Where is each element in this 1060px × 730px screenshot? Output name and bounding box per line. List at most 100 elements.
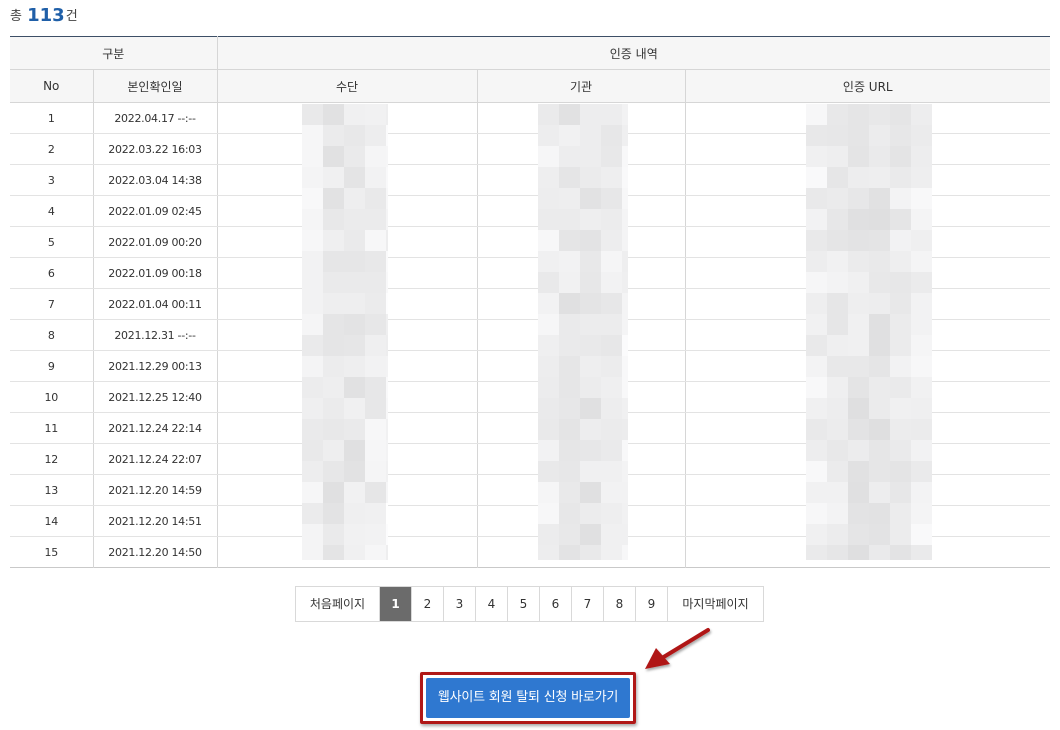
table-row: 12 2021.12.24 22:07 [10,443,1051,475]
last-page-button[interactable]: 마지막페이지 [667,587,763,621]
column-header-agency: 기관 [476,69,685,103]
cell-no: 1 [10,102,93,134]
table-row: 6 2022.01.09 00:18 [10,257,1051,289]
cell-date: 2022.03.04 14:38 [92,164,217,196]
cell-method [216,288,477,320]
cell-date: 2021.12.24 22:14 [92,412,217,444]
table-row: 2 2022.03.22 16:03 [10,133,1051,165]
table-row: 7 2022.01.04 00:11 [10,288,1051,320]
auth-history-table: 구분 인증 내역 No 본인확인일 수단 기관 인증 URL 1 2022.04.… [10,36,1051,568]
column-header-method: 수단 [216,69,477,103]
page-6-button[interactable]: 6 [539,587,571,621]
cell-method [216,474,477,506]
table-row: 15 2021.12.20 14:50 [10,536,1051,568]
cell-date: 2022.01.04 00:11 [92,288,217,320]
cell-agency [476,164,685,196]
cell-agency [476,102,685,134]
page-9-button[interactable]: 9 [635,587,667,621]
cell-url [684,164,1051,196]
page-3-button[interactable]: 3 [443,587,475,621]
cell-method [216,257,477,289]
cell-agency [476,443,685,475]
cell-method [216,133,477,165]
page-1-button[interactable]: 1 [379,587,411,621]
table-row: 9 2021.12.29 00:13 [10,350,1051,382]
cell-url [684,536,1051,568]
cell-url [684,288,1051,320]
cell-method [216,505,477,537]
table-row: 13 2021.12.20 14:59 [10,474,1051,506]
cell-agency [476,319,685,351]
cell-date: 2021.12.29 00:13 [92,350,217,382]
cell-no: 6 [10,257,93,289]
cell-no: 3 [10,164,93,196]
cell-url [684,133,1051,165]
cell-url [684,257,1051,289]
cell-no: 14 [10,505,93,537]
cell-agency [476,381,685,413]
total-count-value: 113 [27,5,65,26]
cell-agency [476,505,685,537]
cell-no: 13 [10,474,93,506]
table-row: 8 2021.12.31 --:-- [10,319,1051,351]
cell-date: 2021.12.20 14:51 [92,505,217,537]
group-header-category: 구분 [10,36,217,70]
cell-url [684,319,1051,351]
cell-url [684,102,1051,134]
page-4-button[interactable]: 4 [475,587,507,621]
cell-url [684,195,1051,227]
cell-agency [476,474,685,506]
cell-method [216,226,477,258]
table-row: 1 2022.04.17 --:-- [10,102,1051,134]
page-5-button[interactable]: 5 [507,587,539,621]
cell-url [684,443,1051,475]
page-2-button[interactable]: 2 [411,587,443,621]
cell-method [216,350,477,382]
cell-date: 2022.01.09 00:18 [92,257,217,289]
cell-date: 2021.12.31 --:-- [92,319,217,351]
total-count: 총 113건 [10,4,78,28]
page-8-button[interactable]: 8 [603,587,635,621]
first-page-button[interactable]: 처음페이지 [296,587,379,621]
cell-date: 2021.12.20 14:50 [92,536,217,568]
cell-method [216,164,477,196]
column-header-no: No [10,69,93,103]
cell-no: 2 [10,133,93,165]
cell-method [216,536,477,568]
cell-url [684,350,1051,382]
table-row: 3 2022.03.04 14:38 [10,164,1051,196]
group-header-auth-history: 인증 내역 [216,36,1051,70]
withdraw-membership-button[interactable]: 웹사이트 회원 탈퇴 신청 바로가기 [426,678,630,718]
cell-url [684,381,1051,413]
cell-agency [476,412,685,444]
page-7-button[interactable]: 7 [571,587,603,621]
cell-agency [476,536,685,568]
cell-no: 4 [10,195,93,227]
cell-agency [476,257,685,289]
column-header-url: 인증 URL [684,69,1051,103]
cell-url [684,474,1051,506]
cell-agency [476,350,685,382]
cell-url [684,412,1051,444]
cell-method [216,381,477,413]
cell-date: 2022.01.09 00:20 [92,226,217,258]
cell-no: 10 [10,381,93,413]
cell-method [216,102,477,134]
cell-agency [476,226,685,258]
column-header-date: 본인확인일 [92,69,217,103]
cell-method [216,412,477,444]
pagination: 처음페이지 1 2 3 4 5 6 7 8 9 마지막페이지 [295,586,764,622]
cell-no: 8 [10,319,93,351]
cell-date: 2022.03.22 16:03 [92,133,217,165]
table-row: 11 2021.12.24 22:14 [10,412,1051,444]
cell-method [216,195,477,227]
cell-url [684,505,1051,537]
cell-agency [476,288,685,320]
table-row: 5 2022.01.09 00:20 [10,226,1051,258]
cta-highlight-frame: 웹사이트 회원 탈퇴 신청 바로가기 [420,672,636,724]
cell-no: 11 [10,412,93,444]
red-arrow-icon [645,628,710,669]
cell-method [216,319,477,351]
cell-no: 15 [44,545,59,559]
cell-method [216,443,477,475]
